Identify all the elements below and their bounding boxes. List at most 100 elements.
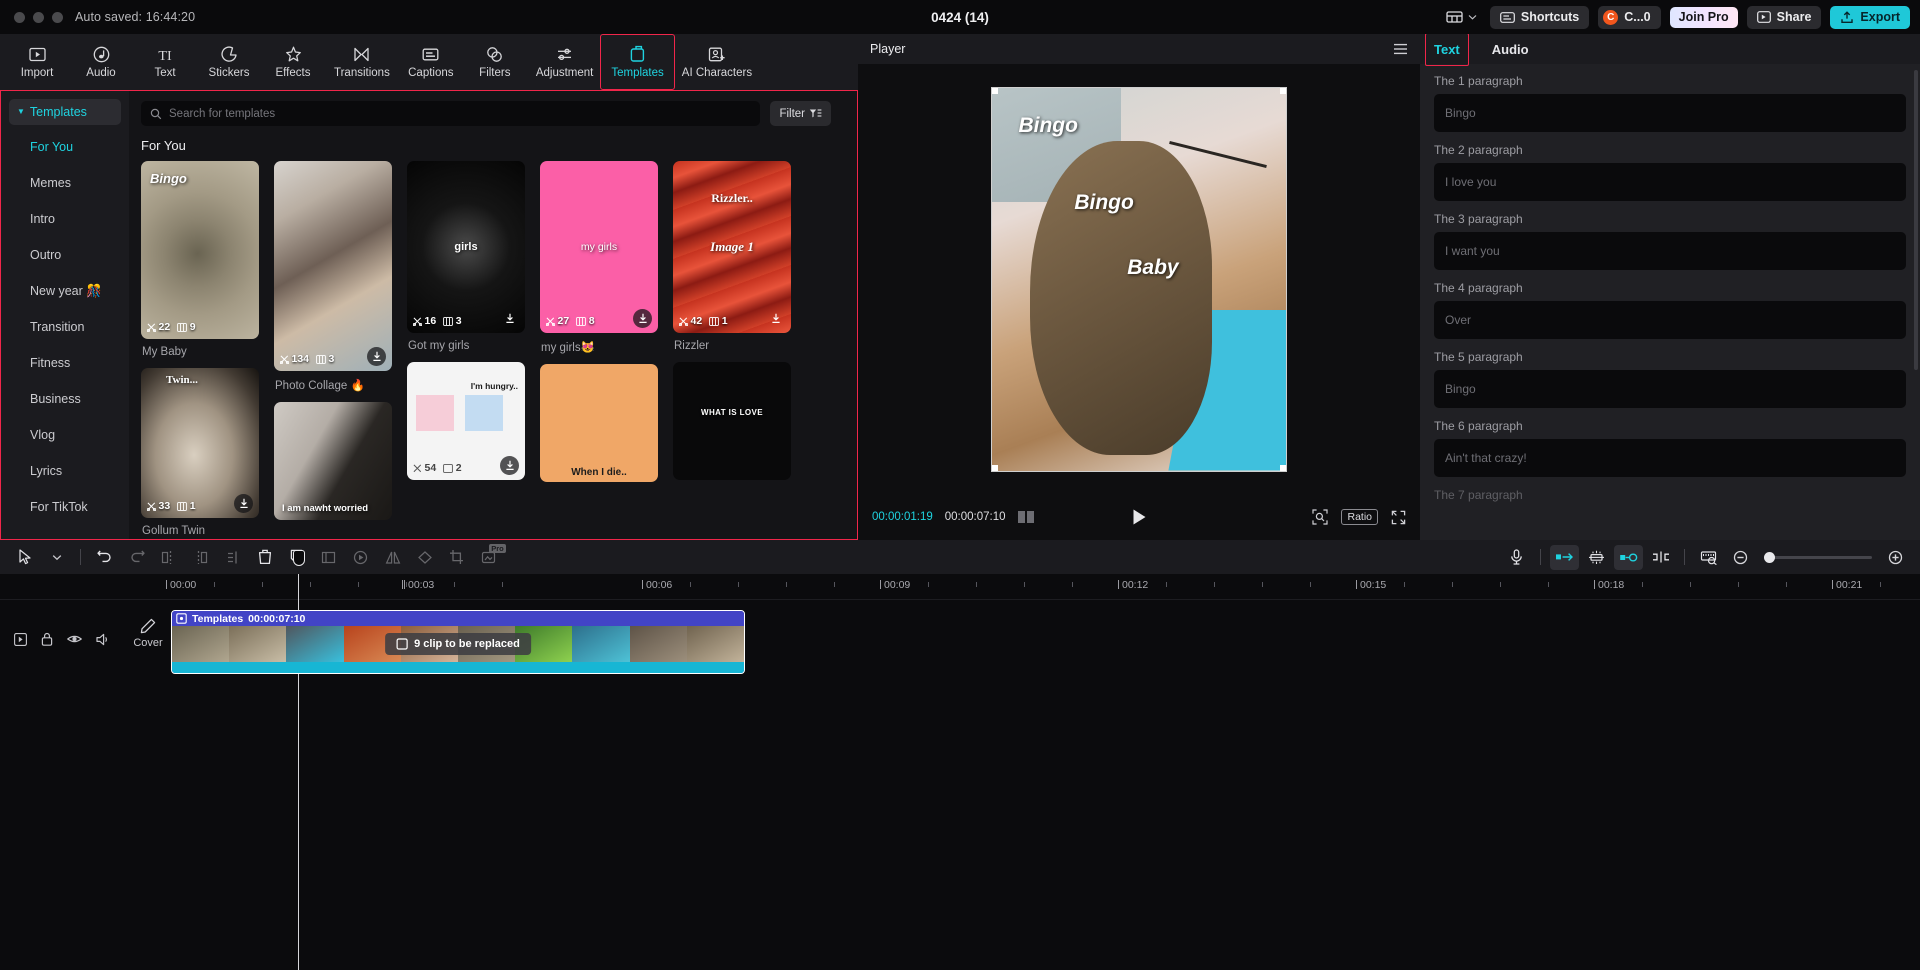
paragraph-input-4[interactable]: Over xyxy=(1434,301,1906,339)
window-controls[interactable]: Auto saved: 16:44:20 xyxy=(14,10,195,24)
sidebar-item-lyrics[interactable]: Lyrics xyxy=(1,453,129,489)
paragraph-input-6[interactable]: Ain't that crazy! xyxy=(1434,439,1906,477)
share-button[interactable]: Share xyxy=(1747,6,1822,29)
timeline-tracks[interactable]: Cover Templates 00:00:07:10 xyxy=(0,600,1920,970)
crop-handle-tl[interactable] xyxy=(992,88,998,94)
adsorption-toggle[interactable] xyxy=(1550,545,1579,570)
template-card[interactable]: I am nawht worried xyxy=(274,402,392,520)
preview-scale-button[interactable] xyxy=(1694,545,1723,570)
record-voiceover-button[interactable] xyxy=(1502,545,1531,570)
split-view-icon[interactable] xyxy=(1018,510,1035,524)
template-card[interactable]: my girls 27 8 my girls😻 xyxy=(540,161,658,364)
tool-tab-ai-characters[interactable]: AI Characters xyxy=(674,36,760,88)
tab-audio[interactable]: Audio xyxy=(1490,38,1531,61)
inspector-scrollbar[interactable] xyxy=(1914,70,1918,370)
link-toggle[interactable] xyxy=(1614,545,1643,570)
sidebar-item-fitness[interactable]: Fitness xyxy=(1,345,129,381)
track-type-icon[interactable] xyxy=(14,633,27,646)
shortcuts-button[interactable]: Shortcuts xyxy=(1490,6,1589,29)
template-card[interactable]: Bingo 22 9 My Baby xyxy=(141,161,259,368)
tool-tab-transitions[interactable]: Transitions xyxy=(326,36,398,88)
playhead-handle[interactable] xyxy=(293,550,305,566)
lock-icon[interactable] xyxy=(41,632,53,646)
template-card[interactable]: 134 3 Photo Collage 🔥 xyxy=(274,161,392,402)
zoom-slider[interactable] xyxy=(1764,556,1872,559)
eye-icon[interactable] xyxy=(67,633,82,645)
maximize-window-button[interactable] xyxy=(52,12,63,23)
crop-button[interactable] xyxy=(442,545,471,570)
split-right-button[interactable] xyxy=(186,545,215,570)
sidebar-item-business[interactable]: Business xyxy=(1,381,129,417)
mute-icon[interactable] xyxy=(96,633,110,646)
tool-tab-audio[interactable]: Audio xyxy=(70,36,132,88)
split-left-button[interactable] xyxy=(154,545,183,570)
fullscreen-icon[interactable] xyxy=(1391,510,1406,525)
download-button[interactable] xyxy=(234,494,253,513)
clip-replace-badge[interactable]: 9 clip to be replaced xyxy=(385,633,531,655)
sidebar-item-vlog[interactable]: Vlog xyxy=(1,417,129,453)
cover-button[interactable]: Cover xyxy=(128,618,168,649)
pro-feature-button[interactable]: Pro xyxy=(474,545,503,570)
tool-tab-import[interactable]: Import xyxy=(6,36,68,88)
sidebar-item-for-you[interactable]: For You xyxy=(1,129,129,165)
sidebar-item-intro[interactable]: Intro xyxy=(1,201,129,237)
redo-button[interactable] xyxy=(122,545,151,570)
sidebar-header-templates[interactable]: ▼ Templates xyxy=(9,99,121,125)
timeline-clip[interactable]: Templates 00:00:07:10 xyxy=(171,610,745,674)
template-card[interactable]: Rizzler.. Image 1 42 1 Rizzler xyxy=(673,161,791,362)
sidebar-item-memes[interactable]: Memes xyxy=(1,165,129,201)
timeline-ruler[interactable]: 00:00 00:03 00:06 00:09 00:12 00:15 00 xyxy=(0,574,1920,600)
template-card[interactable]: When I die.. xyxy=(540,364,658,482)
trim-button[interactable] xyxy=(218,545,247,570)
rotate-button[interactable] xyxy=(410,545,439,570)
template-card[interactable]: girls 16 3 Got my girls xyxy=(407,161,525,362)
play-icon[interactable] xyxy=(1131,508,1148,526)
paragraph-input-2[interactable]: I love you xyxy=(1434,163,1906,201)
tool-tab-text[interactable]: TI Text xyxy=(134,36,196,88)
export-button[interactable]: Export xyxy=(1830,6,1910,29)
filter-button[interactable]: Filter xyxy=(770,101,831,126)
tool-tab-templates[interactable]: Templates xyxy=(603,36,671,88)
pointer-tool-button[interactable] xyxy=(10,545,39,570)
undo-button[interactable] xyxy=(90,545,119,570)
download-button[interactable] xyxy=(500,456,519,475)
tool-tab-stickers[interactable]: Stickers xyxy=(198,36,260,88)
sidebar-item-for-tiktok[interactable]: For TikTok xyxy=(1,489,129,525)
layout-button[interactable] xyxy=(1442,7,1481,27)
mirror-button[interactable] xyxy=(378,545,407,570)
tool-dropdown-button[interactable] xyxy=(42,545,71,570)
crop-handle-tr[interactable] xyxy=(1280,88,1286,94)
tab-text[interactable]: Text xyxy=(1432,38,1462,61)
download-button[interactable] xyxy=(367,347,386,366)
template-card[interactable]: WHAT IS LOVE xyxy=(673,362,791,480)
sidebar-item-outro[interactable]: Outro xyxy=(1,237,129,273)
hamburger-icon[interactable] xyxy=(1393,43,1408,55)
paragraph-input-3[interactable]: I want you xyxy=(1434,232,1906,270)
zoom-in-button[interactable] xyxy=(1881,545,1910,570)
tool-tab-captions[interactable]: Captions xyxy=(400,36,462,88)
minimize-window-button[interactable] xyxy=(33,12,44,23)
tool-tab-adjustment[interactable]: Adjustment xyxy=(528,36,602,88)
close-window-button[interactable] xyxy=(14,12,25,23)
search-input[interactable]: Search for templates xyxy=(141,101,760,126)
sidebar-item-new-year[interactable]: New year 🎊 xyxy=(1,273,129,309)
tool-tab-effects[interactable]: Effects xyxy=(262,36,324,88)
speed-button[interactable] xyxy=(346,545,375,570)
gap-close-button[interactable] xyxy=(1646,545,1675,570)
zoom-slider-knob[interactable] xyxy=(1764,552,1775,563)
download-button[interactable] xyxy=(766,309,785,328)
auto-align-button[interactable] xyxy=(1582,545,1611,570)
zoom-out-button[interactable] xyxy=(1726,545,1755,570)
tool-tab-filters[interactable]: Filters xyxy=(464,36,526,88)
template-card[interactable]: I'm hungry.. 54 2 xyxy=(407,362,525,480)
crop-frame-button[interactable] xyxy=(314,545,343,570)
video-preview[interactable]: Bingo Bingo Baby xyxy=(992,88,1286,471)
template-card[interactable]: Twin... 33 1 Gollum Twin xyxy=(141,368,259,539)
download-button[interactable] xyxy=(500,309,519,328)
crop-handle-br[interactable] xyxy=(1280,465,1286,471)
zoom-fit-icon[interactable] xyxy=(1312,509,1328,525)
delete-button[interactable] xyxy=(250,545,279,570)
crop-handle-bl[interactable] xyxy=(992,465,998,471)
credits-button[interactable]: C C...0 xyxy=(1598,6,1660,29)
sidebar-item-transition[interactable]: Transition xyxy=(1,309,129,345)
